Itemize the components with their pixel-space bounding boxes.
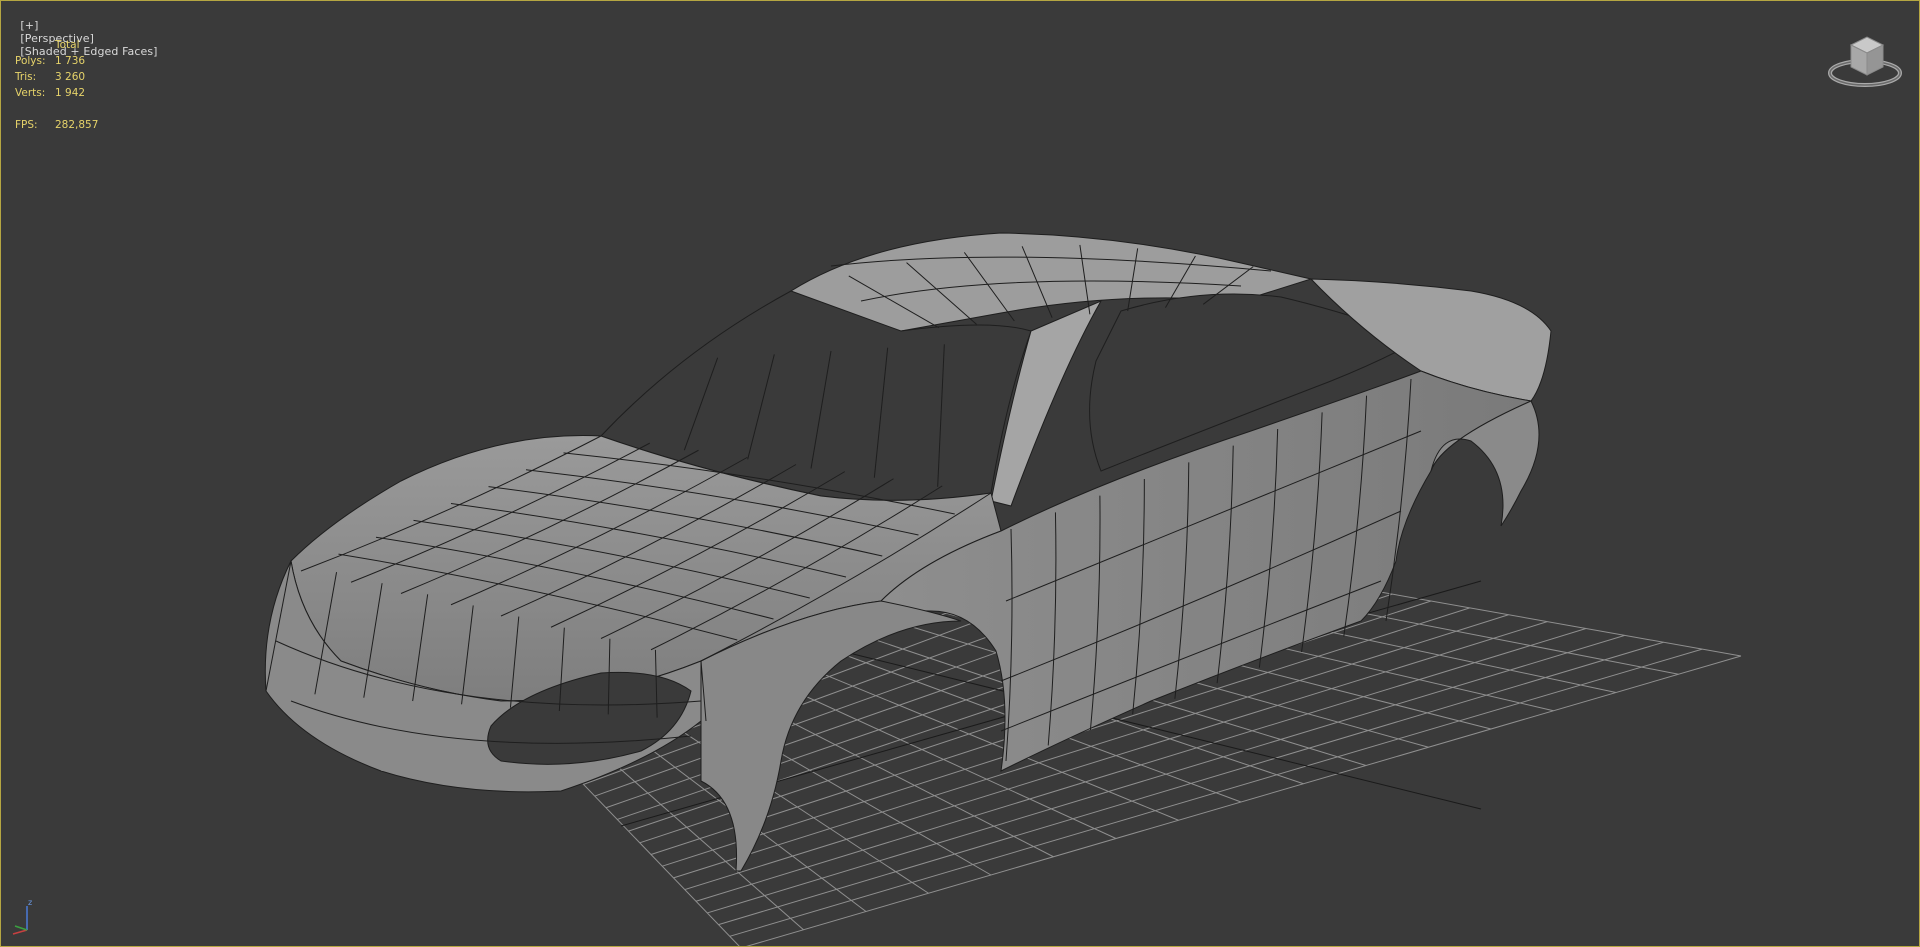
grid-line bbox=[729, 648, 1703, 937]
stats-fps-row: FPS: 282,857 bbox=[15, 117, 98, 133]
viewport-statistics: Total Polys: 1 736 Tris: 3 260 Verts: 1 … bbox=[15, 37, 98, 133]
perspective-viewport[interactable]: [+] [Perspective] [Shaded + Edged Faces]… bbox=[0, 0, 1920, 947]
polys-value: 1 736 bbox=[55, 55, 86, 67]
stats-verts-row: Verts: 1 942 bbox=[15, 85, 98, 101]
verts-label: Verts: bbox=[15, 87, 46, 99]
tris-value: 3 260 bbox=[55, 71, 86, 83]
fps-value: 282,857 bbox=[55, 119, 99, 131]
axis-tripod-icon: z bbox=[12, 898, 32, 935]
car-body-mesh[interactable] bbox=[264, 232, 1552, 872]
tris-label: Tris: bbox=[15, 71, 37, 83]
stats-polys-row: Polys: 1 736 bbox=[15, 53, 98, 69]
viewcube-icon[interactable] bbox=[1827, 31, 1903, 91]
stats-header: Total bbox=[55, 39, 80, 51]
grid-line bbox=[746, 655, 1742, 946]
axis-z-label: z bbox=[28, 898, 32, 907]
scene-canvas[interactable] bbox=[1, 1, 1920, 947]
polys-label: Polys: bbox=[15, 55, 46, 67]
stats-tris-row: Tris: 3 260 bbox=[15, 69, 98, 85]
stats-header-row: Total bbox=[15, 37, 98, 53]
fps-label: FPS: bbox=[15, 119, 38, 131]
verts-value: 1 942 bbox=[55, 87, 86, 99]
viewport-menu-plus[interactable]: [+] bbox=[20, 19, 38, 32]
